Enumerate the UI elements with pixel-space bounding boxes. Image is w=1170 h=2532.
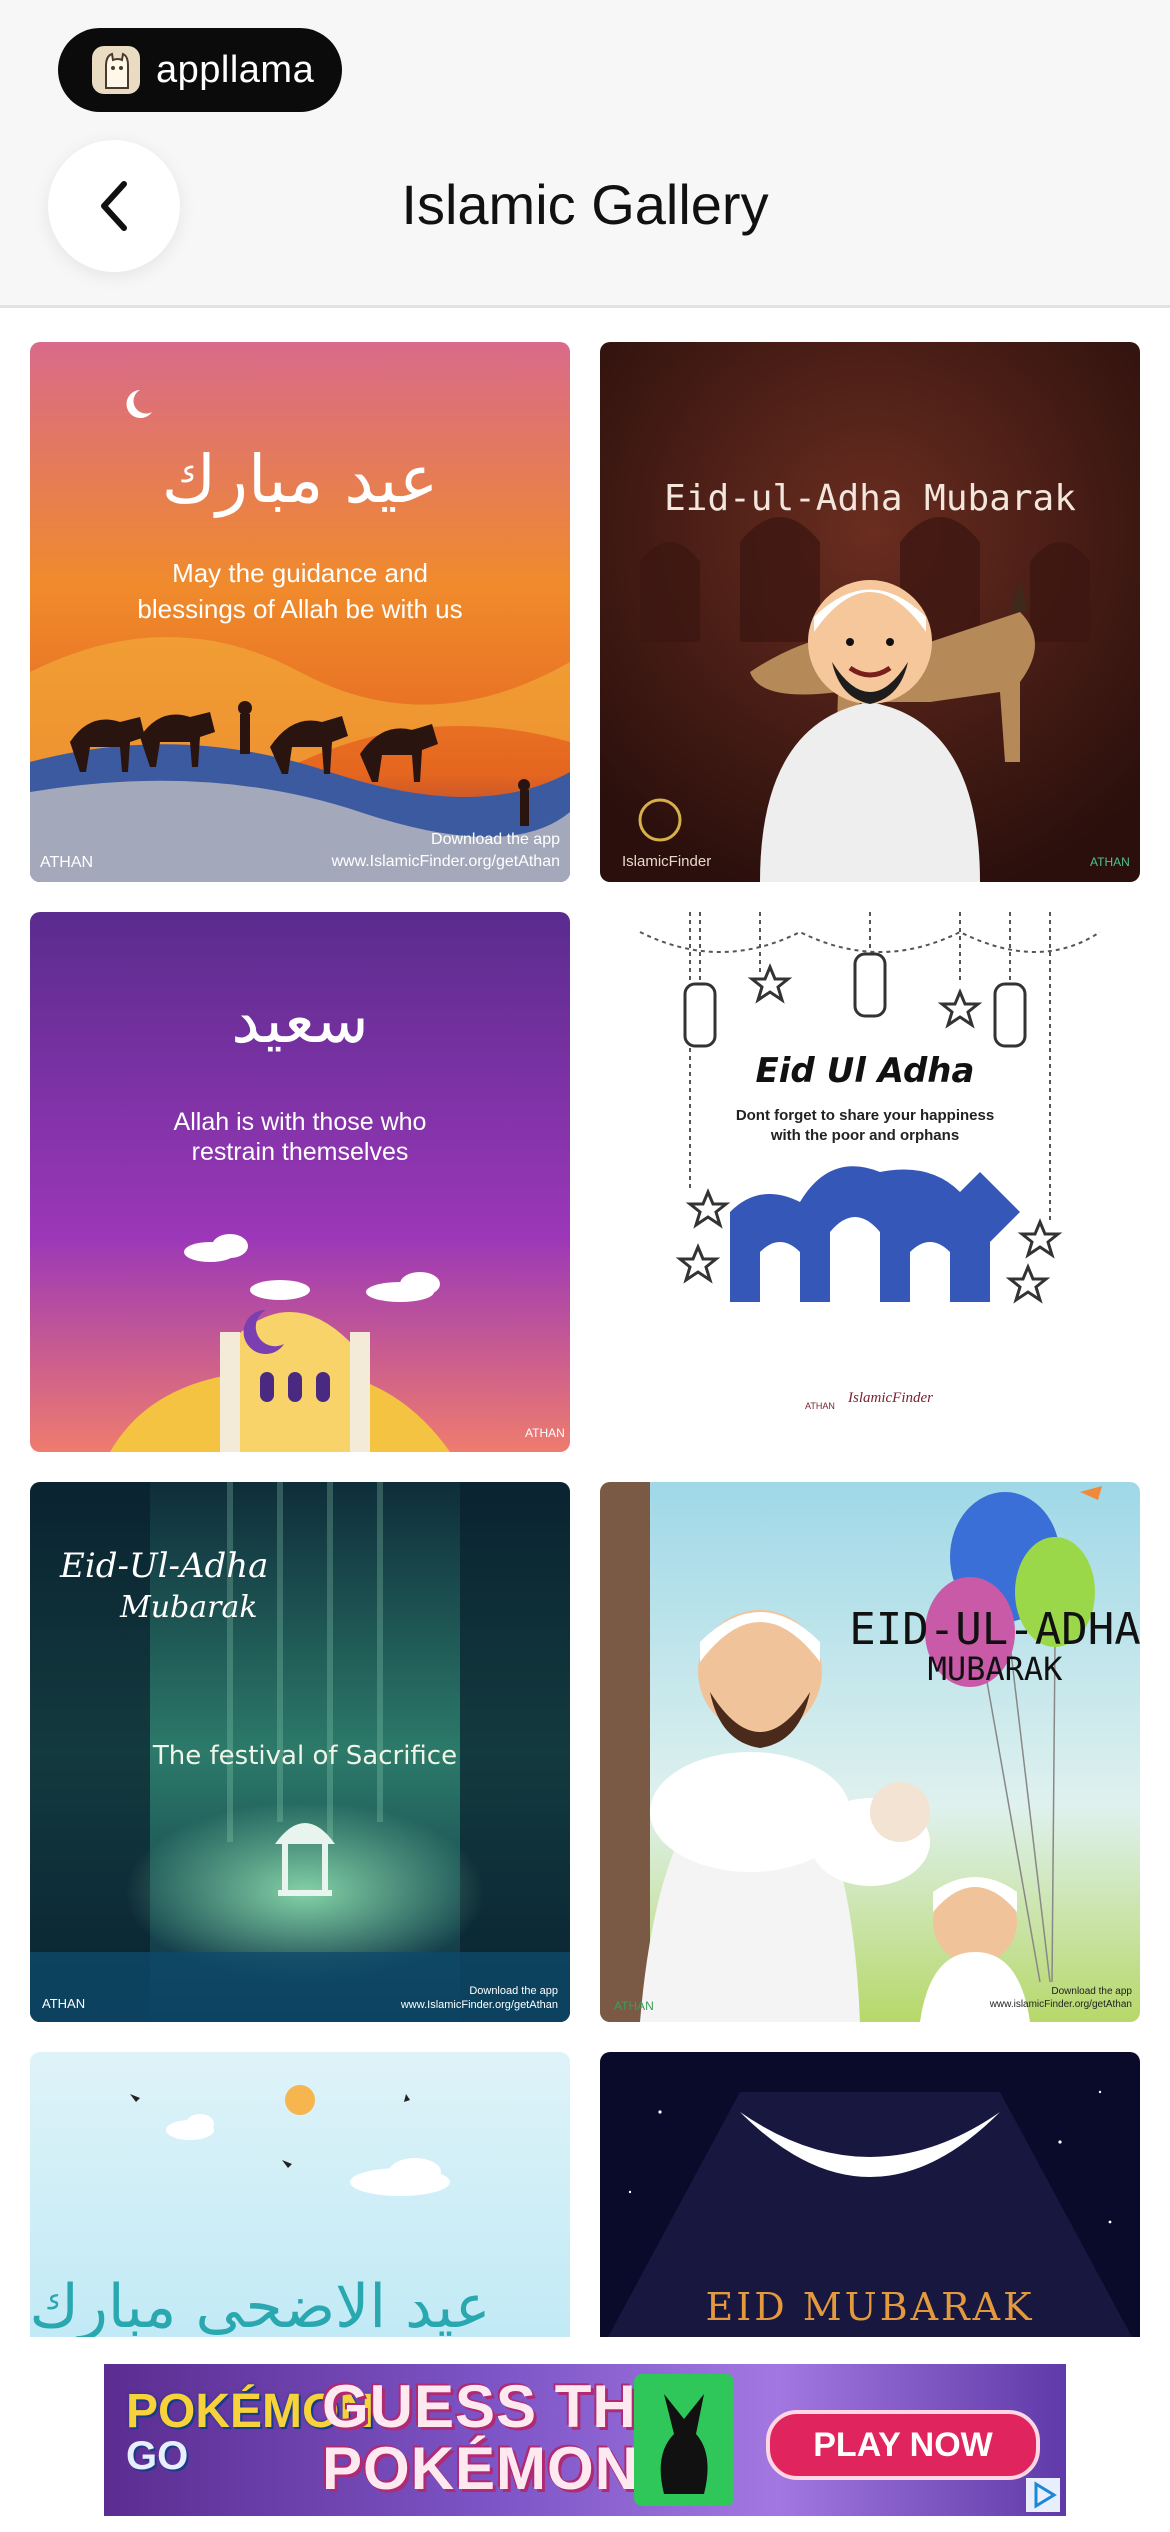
athan-logo: ATHAN — [1090, 855, 1130, 869]
llama-logo-icon — [92, 46, 140, 94]
tile-caption: The festival of Sacrifice — [152, 1741, 457, 1771]
tile-caption: Dont forget to share your happiness — [736, 1107, 994, 1124]
tile-caption: Allah is with those who — [174, 1108, 427, 1136]
tile-script-title: Eid-Ul-Adha — [59, 1546, 268, 1586]
tile-title: MUBARAK — [928, 1650, 1064, 1688]
gallery-image-eid-ul-adha-goat[interactable]: Eid-ul-Adha Mubarak IslamicFinder ATHAN — [600, 342, 1140, 882]
brand-badge[interactable]: appllama — [58, 28, 342, 112]
tile-footer-text: Download the app — [469, 1985, 558, 1997]
ad-choices-icon[interactable] — [1026, 2478, 1060, 2512]
ad-headline: GUESS THE POKÉMON — [322, 2373, 678, 2502]
tile-caption: May the guidance and — [172, 558, 428, 588]
tile-title: Eid-ul-Adha Mubarak — [664, 478, 1076, 519]
tile-footer-text: Download the app — [1051, 1986, 1132, 1997]
brand-name: appllama — [156, 48, 315, 91]
tile-title: EID MUBARAK — [705, 2285, 1034, 2329]
tile-title: EID-UL-ADHA — [849, 1604, 1140, 1655]
gallery-image-eid-ul-adha-lanterns[interactable]: Eid Ul Adha Dont forget to share your ha… — [600, 912, 1140, 1452]
athan-logo: ATHAN — [805, 1401, 835, 1411]
page-title: Islamic Gallery — [401, 173, 769, 236]
gallery-image-eid-ul-adha-balloons[interactable]: EID-UL-ADHA MUBARAK ATHAN Download the a… — [600, 1482, 1140, 2022]
play-now-button[interactable]: PLAY NOW — [766, 2410, 1040, 2480]
athan-logo: ATHAN — [614, 1999, 654, 2013]
tile-caption: blessings of Allah be with us — [137, 594, 462, 624]
athan-logo: ATHAN — [42, 1996, 85, 2011]
athan-logo: ATHAN — [40, 854, 93, 871]
tile-footer-text: www.IslamicFinder.org/getAthan — [400, 1999, 558, 2011]
tile-arabic-title: عيد مبارك — [162, 441, 439, 518]
tile-footer-text: www.IslamicFinder.org/getAthan — [330, 853, 560, 870]
tile-footer-text: Download the app — [431, 831, 560, 848]
athan-logo: ATHAN — [525, 1426, 565, 1440]
gallery-image-eid-ul-adha-forest[interactable]: Eid-Ul-Adha Mubarak The festival of Sacr… — [30, 1482, 570, 2022]
gallery-image-eid-mubarak-crescent[interactable]: EID MUBARAK — [600, 2052, 1140, 2337]
tile-footer-text: www.islamicFinder.org/getAthan — [989, 1999, 1132, 2010]
top-bar: appllama Islamic Gallery — [0, 0, 1170, 308]
tile-script-title: Mubarak — [119, 1590, 258, 1625]
pokemon-silhouette-icon — [634, 2374, 734, 2506]
gallery-grid: عيد مبارك May the guidance and blessings… — [30, 342, 1140, 2337]
tile-arabic-title: عيد الاضحى مبارك — [30, 2272, 491, 2337]
islamicfinder-logo: IslamicFinder — [847, 1390, 933, 1406]
tile-caption: restrain themselves — [192, 1138, 409, 1166]
tile-title: Eid Ul Adha — [756, 1051, 975, 1091]
gallery-image-eid-mubarak-camels[interactable]: عيد مبارك May the guidance and blessings… — [30, 342, 570, 882]
tile-arabic-title: سعيد — [231, 984, 368, 1058]
gallery-image-eid-al-adha-sky[interactable]: عيد الاضحى مبارك — [30, 2052, 570, 2337]
ad-banner[interactable]: POKÉMON GO GUESS THE POKÉMON PLAY NOW — [104, 2364, 1066, 2516]
islamicfinder-logo: IslamicFinder — [622, 853, 711, 870]
gallery-image-eid-saeed-mosque[interactable]: سعيد Allah is with those who restrain th… — [30, 912, 570, 1452]
tile-caption: with the poor and orphans — [770, 1127, 959, 1144]
